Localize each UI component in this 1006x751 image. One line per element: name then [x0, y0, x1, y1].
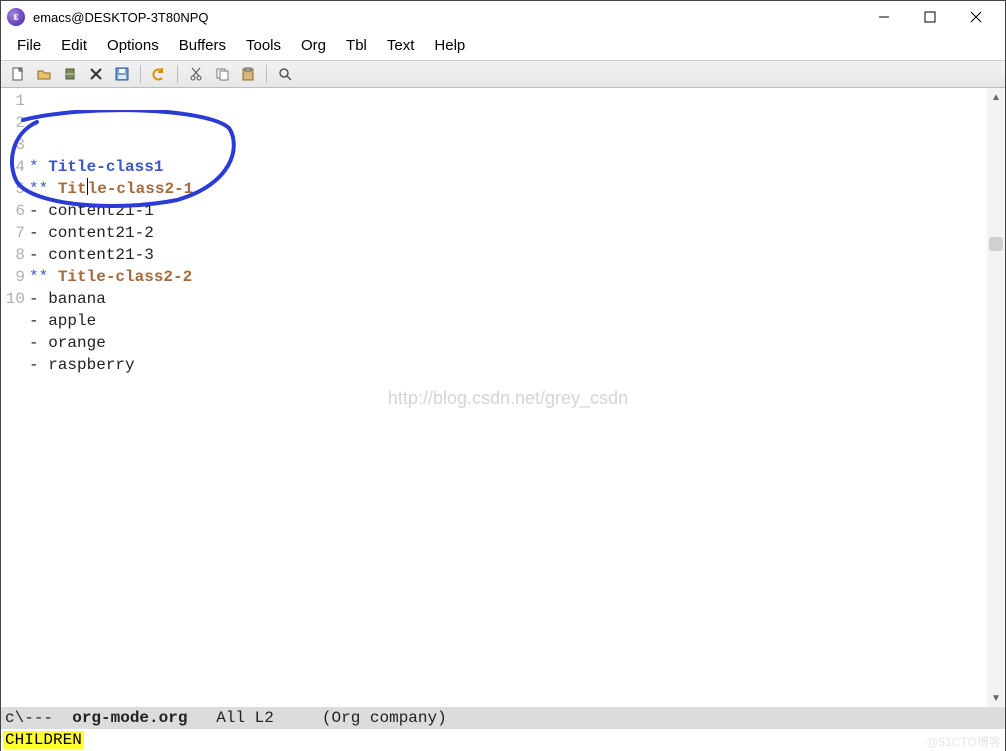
menu-file[interactable]: File — [7, 35, 51, 56]
cut-icon[interactable] — [185, 63, 207, 85]
buffer-line[interactable]: - content21-2 — [29, 222, 987, 244]
buffer-line[interactable]: - apple — [29, 310, 987, 332]
menu-tbl[interactable]: Tbl — [336, 35, 377, 56]
watermark-text: http://blog.csdn.net/grey_csdn — [388, 387, 628, 409]
buffer-line[interactable]: - content21-1 — [29, 200, 987, 222]
buffer-line[interactable]: ** Title-class2-2 — [29, 266, 987, 288]
toolbar — [1, 60, 1005, 88]
mode-line-spacer2 — [274, 709, 322, 727]
line-number: 10 — [1, 288, 25, 310]
menu-org[interactable]: Org — [291, 35, 336, 56]
new-file-icon[interactable] — [7, 63, 29, 85]
minimize-button[interactable] — [861, 1, 907, 33]
line-number: 3 — [1, 134, 25, 156]
save-icon[interactable] — [111, 63, 133, 85]
undo-icon[interactable] — [148, 63, 170, 85]
menu-edit[interactable]: Edit — [51, 35, 97, 56]
maximize-button[interactable] — [907, 1, 953, 33]
buffer-line[interactable]: ** Title-class2-1 — [29, 178, 987, 200]
line-number: 7 — [1, 222, 25, 244]
toolbar-separator — [140, 65, 141, 83]
line-number: 6 — [1, 200, 25, 222]
line-number: 5 — [1, 178, 25, 200]
copy-icon[interactable] — [211, 63, 233, 85]
scroll-down-icon[interactable]: ▼ — [987, 689, 1005, 707]
search-icon[interactable] — [274, 63, 296, 85]
line-number: 9 — [1, 266, 25, 288]
scroll-thumb[interactable] — [989, 237, 1003, 251]
vertical-scrollbar[interactable]: ▲ ▼ — [987, 88, 1005, 707]
buffer-line[interactable]: - raspberry — [29, 354, 987, 376]
line-number: 1 — [1, 90, 25, 112]
line-number: 2 — [1, 112, 25, 134]
emacs-icon: ε — [7, 8, 25, 26]
echo-area: CHILDREN — [1, 729, 1005, 751]
close-button[interactable] — [953, 1, 999, 33]
title-bar: ε emacs@DESKTOP-3T80NPQ — [1, 1, 1005, 33]
text-buffer[interactable]: http://blog.csdn.net/grey_csdn * Title-c… — [29, 88, 987, 707]
toolbar-separator — [266, 65, 267, 83]
line-number: 4 — [1, 156, 25, 178]
kill-buffer-icon[interactable] — [59, 63, 81, 85]
menu-buffers[interactable]: Buffers — [169, 35, 236, 56]
menu-help[interactable]: Help — [424, 35, 475, 56]
editor[interactable]: 12345678910 http://blog.csdn.net/grey_cs… — [1, 88, 1005, 707]
buffer-line[interactable]: - banana — [29, 288, 987, 310]
buffer-line[interactable]: * Title-class1 — [29, 156, 987, 178]
line-number: 8 — [1, 244, 25, 266]
mode-line-coding: c — [5, 709, 15, 727]
mode-line-line-number: L2 — [255, 709, 274, 727]
close-icon[interactable] — [85, 63, 107, 85]
scroll-up-icon[interactable]: ▲ — [987, 88, 1005, 106]
mode-line-modes[interactable]: (Org company) — [322, 709, 447, 727]
buffer-line[interactable]: - content21-3 — [29, 244, 987, 266]
open-folder-icon[interactable] — [33, 63, 55, 85]
menu-bar: File Edit Options Buffers Tools Org Tbl … — [1, 33, 1005, 60]
mode-line-modified: \--- — [15, 709, 73, 727]
mode-line: c\--- org-mode.org All L2 (Org company) — [1, 707, 1005, 729]
menu-tools[interactable]: Tools — [236, 35, 291, 56]
toolbar-separator — [177, 65, 178, 83]
echo-message: CHILDREN — [3, 731, 84, 749]
mode-line-spacer — [187, 709, 216, 727]
line-number-gutter: 12345678910 — [1, 88, 29, 707]
mode-line-buffer-name[interactable]: org-mode.org — [72, 709, 187, 727]
window-title: emacs@DESKTOP-3T80NPQ — [33, 10, 209, 25]
mode-line-position: All — [216, 709, 245, 727]
paste-icon[interactable] — [237, 63, 259, 85]
window-controls — [861, 1, 999, 33]
menu-text[interactable]: Text — [377, 35, 425, 56]
menu-options[interactable]: Options — [97, 35, 169, 56]
buffer-line[interactable]: - orange — [29, 332, 987, 354]
